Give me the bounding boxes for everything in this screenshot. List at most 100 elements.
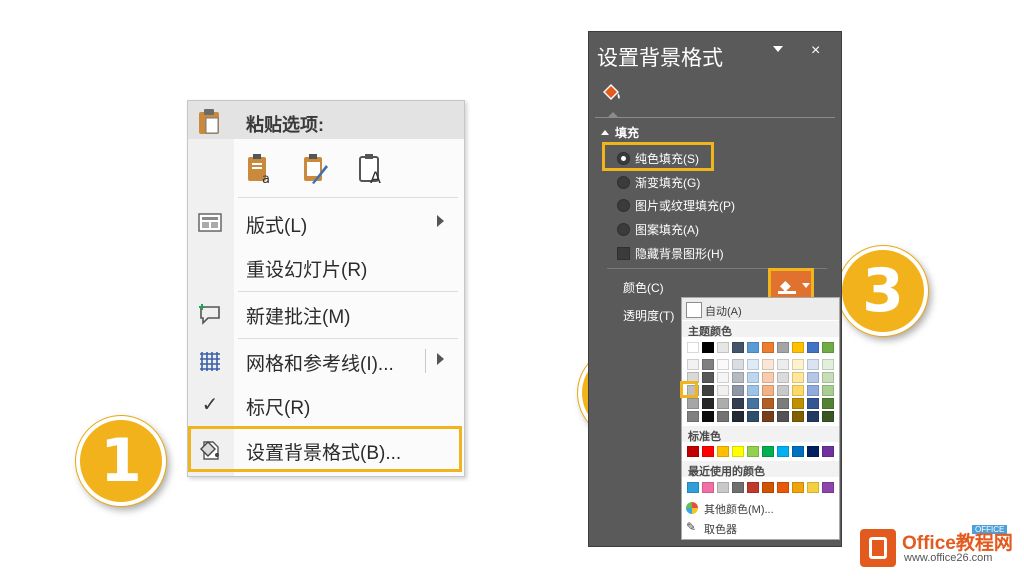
theme-color-swatch[interactable] (732, 398, 744, 409)
theme-color-swatch[interactable] (822, 372, 834, 383)
radio-button[interactable] (617, 176, 630, 189)
menu-item-ruler[interactable]: ✓ 标尺(R) (188, 385, 464, 425)
theme-color-swatch[interactable] (792, 372, 804, 383)
theme-color-swatch[interactable] (717, 398, 729, 409)
theme-color-swatch[interactable] (747, 342, 759, 353)
theme-color-swatch[interactable] (807, 342, 819, 353)
menu-item-layout[interactable]: 版式(L) (188, 203, 464, 243)
theme-color-swatch[interactable] (792, 342, 804, 353)
theme-color-swatch[interactable] (792, 411, 804, 422)
recent-color-swatch[interactable] (777, 482, 789, 493)
standard-color-swatch[interactable] (747, 446, 759, 457)
menu-item-grid-guides[interactable]: 网格和参考线(I)... (188, 341, 464, 381)
theme-color-swatch[interactable] (717, 411, 729, 422)
theme-color-swatch[interactable] (747, 385, 759, 396)
radio-button[interactable] (617, 223, 630, 236)
theme-color-swatch[interactable] (807, 372, 819, 383)
recent-color-swatch[interactable] (822, 482, 834, 493)
standard-color-swatch[interactable] (687, 446, 699, 457)
standard-color-swatch[interactable] (732, 446, 744, 457)
theme-color-swatch[interactable] (717, 342, 729, 353)
context-menu: 粘贴选项: a A 版式(L) 重设幻灯片(R) 新建批注(M) 网格和参考线(… (187, 100, 465, 477)
theme-color-swatch[interactable] (822, 359, 834, 370)
theme-color-swatch[interactable] (762, 385, 774, 396)
theme-color-swatch[interactable] (747, 398, 759, 409)
theme-color-swatch[interactable] (747, 372, 759, 383)
theme-color-swatch[interactable] (687, 411, 699, 422)
theme-color-swatch[interactable] (777, 359, 789, 370)
theme-color-swatch[interactable] (792, 398, 804, 409)
paste-keep-source-icon[interactable]: a (246, 153, 274, 185)
theme-color-swatch[interactable] (762, 398, 774, 409)
theme-color-swatch[interactable] (777, 372, 789, 383)
standard-color-swatch[interactable] (702, 446, 714, 457)
theme-color-swatch[interactable] (732, 411, 744, 422)
theme-color-swatch[interactable] (822, 411, 834, 422)
theme-color-swatch[interactable] (792, 385, 804, 396)
theme-color-swatch[interactable] (777, 342, 789, 353)
theme-color-swatch[interactable] (702, 411, 714, 422)
theme-color-swatch[interactable] (702, 342, 714, 353)
theme-color-swatch[interactable] (777, 398, 789, 409)
theme-color-swatch[interactable] (762, 342, 774, 353)
fill-bucket-icon[interactable] (601, 82, 623, 104)
theme-color-swatch[interactable] (717, 372, 729, 383)
pane-title: 设置背景格式 (597, 47, 723, 70)
theme-color-swatch[interactable] (807, 359, 819, 370)
theme-color-swatch[interactable] (687, 398, 699, 409)
theme-color-swatch[interactable] (702, 398, 714, 409)
recent-color-swatch[interactable] (732, 482, 744, 493)
theme-color-swatch[interactable] (687, 342, 699, 353)
theme-color-swatch[interactable] (762, 411, 774, 422)
theme-color-swatch[interactable] (807, 385, 819, 396)
theme-color-swatch[interactable] (717, 359, 729, 370)
recent-color-swatch[interactable] (687, 482, 699, 493)
theme-color-swatch[interactable] (777, 411, 789, 422)
solid-fill-highlight (602, 142, 714, 171)
theme-color-swatch[interactable] (732, 372, 744, 383)
theme-color-swatch[interactable] (807, 398, 819, 409)
theme-color-swatch[interactable] (732, 342, 744, 353)
theme-color-swatch[interactable] (762, 359, 774, 370)
theme-color-swatch[interactable] (747, 411, 759, 422)
theme-color-swatch[interactable] (717, 385, 729, 396)
standard-color-swatch[interactable] (792, 446, 804, 457)
auto-color-swatch[interactable] (686, 302, 702, 318)
standard-color-swatch[interactable] (762, 446, 774, 457)
radio-button[interactable] (617, 199, 630, 212)
recent-color-swatch[interactable] (702, 482, 714, 493)
theme-color-swatch[interactable] (807, 411, 819, 422)
recent-color-swatch[interactable] (792, 482, 804, 493)
standard-color-swatch[interactable] (777, 446, 789, 457)
theme-color-swatch[interactable] (732, 359, 744, 370)
theme-color-swatch[interactable] (702, 359, 714, 370)
standard-color-swatch[interactable] (717, 446, 729, 457)
recent-color-swatch[interactable] (747, 482, 759, 493)
standard-color-swatch[interactable] (822, 446, 834, 457)
menu-item-label: 版式(L) (246, 216, 308, 237)
theme-color-swatch[interactable] (822, 342, 834, 353)
recent-color-swatch[interactable] (807, 482, 819, 493)
standard-color-swatch[interactable] (807, 446, 819, 457)
recent-color-swatch[interactable] (762, 482, 774, 493)
close-icon[interactable]: × (811, 42, 820, 60)
fill-section-header[interactable]: 填充 (601, 124, 639, 141)
theme-color-swatch[interactable] (822, 385, 834, 396)
pane-options-dropdown-icon[interactable] (773, 46, 783, 52)
recent-color-swatch[interactable] (717, 482, 729, 493)
menu-item-reset-slide[interactable]: 重设幻灯片(R) (188, 247, 464, 287)
checkbox[interactable] (617, 247, 630, 260)
paste-picture-icon[interactable] (302, 153, 330, 185)
menu-item-new-comment[interactable]: 新建批注(M) (188, 294, 464, 334)
theme-color-swatch[interactable] (732, 385, 744, 396)
paste-text-only-icon[interactable]: A (358, 153, 386, 185)
theme-color-swatch[interactable] (702, 372, 714, 383)
theme-color-swatch[interactable] (777, 385, 789, 396)
theme-color-swatch[interactable] (702, 385, 714, 396)
theme-color-swatch[interactable] (687, 359, 699, 370)
theme-color-swatch[interactable] (747, 359, 759, 370)
theme-color-swatch[interactable] (792, 359, 804, 370)
theme-color-swatch[interactable] (762, 372, 774, 383)
current-color-bar (778, 291, 796, 294)
theme-color-swatch[interactable] (822, 398, 834, 409)
